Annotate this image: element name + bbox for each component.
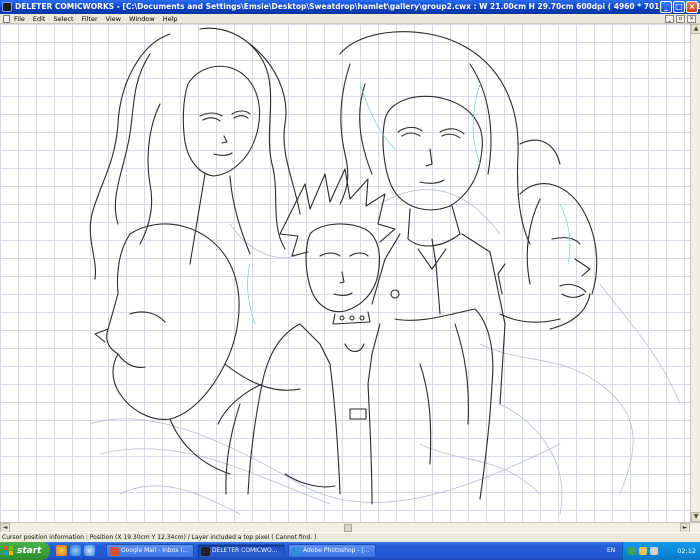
- scroll-down-arrow[interactable]: ▼: [691, 512, 700, 522]
- start-button[interactable]: start: [0, 542, 50, 560]
- curly-haired-woman: [89, 27, 301, 280]
- tray-app-icon[interactable]: [628, 547, 636, 555]
- task-deleter-comicworks[interactable]: DELETER COMICWO...: [197, 544, 285, 558]
- start-label: start: [17, 546, 42, 556]
- spiky-haired-youth: [217, 168, 494, 505]
- horizontal-scroll-thumb[interactable]: [344, 524, 352, 532]
- windows-flag-icon: [4, 546, 14, 556]
- menu-help[interactable]: Help: [163, 14, 178, 24]
- menu-view[interactable]: View: [106, 14, 121, 24]
- vertical-scrollbar[interactable]: ▲ ▼: [690, 24, 700, 522]
- horizontal-scrollbar[interactable]: ◄ ►: [0, 522, 700, 533]
- comicworks-task-icon: [201, 547, 210, 556]
- photoshop-task-icon: [292, 547, 301, 556]
- task-label: DELETER COMICWO...: [212, 547, 278, 554]
- document-icon[interactable]: [3, 15, 10, 23]
- line-art-drawing: [89, 27, 681, 515]
- task-google-mail[interactable]: Google Mail - Inbox (...: [106, 544, 194, 558]
- internet-explorer-icon[interactable]: [70, 545, 81, 556]
- app-icon[interactable]: [2, 2, 12, 12]
- menu-edit[interactable]: Edit: [33, 14, 46, 24]
- bald-profile-man: [497, 139, 598, 330]
- menu-file[interactable]: File: [14, 14, 25, 24]
- task-adobe-photoshop[interactable]: Adobe Photoshop - [...: [288, 544, 376, 558]
- desktop-screen: DELETER COMICWORKS - [C:\Documents and S…: [0, 0, 700, 560]
- task-list: Google Mail - Inbox (... DELETER COMICWO…: [106, 544, 376, 558]
- minimize-button[interactable]: _: [660, 1, 672, 13]
- dark-haired-man: [339, 31, 531, 405]
- language-indicator[interactable]: EN: [607, 547, 615, 554]
- scroll-up-arrow[interactable]: ▲: [691, 24, 700, 34]
- menu-window[interactable]: Window: [129, 14, 155, 24]
- windows-taskbar: start Google Mail - Inbox (... DELETER C…: [0, 542, 700, 560]
- drawing-canvas[interactable]: [0, 24, 690, 522]
- maximize-button[interactable]: □: [673, 1, 685, 13]
- close-button[interactable]: ×: [686, 1, 698, 13]
- quick-launch: [56, 545, 95, 556]
- firefox-icon[interactable]: [56, 545, 67, 556]
- task-label: Google Mail - Inbox (...: [121, 547, 189, 554]
- document-close-button[interactable]: ×: [687, 15, 696, 23]
- window-title: DELETER COMICWORKS - [C:\Documents and S…: [15, 2, 700, 11]
- system-tray: EN 02:12: [607, 542, 700, 560]
- title-bar[interactable]: DELETER COMICWORKS - [C:\Documents and S…: [0, 0, 700, 14]
- menu-filter[interactable]: Filter: [82, 14, 98, 24]
- status-bar: Cursor position information : Position (…: [0, 532, 700, 542]
- show-desktop-icon[interactable]: [84, 545, 95, 556]
- menu-select[interactable]: Select: [53, 14, 73, 24]
- firefox-task-icon: [110, 547, 119, 556]
- tray-volume-icon[interactable]: [650, 547, 658, 555]
- document-minimize-button[interactable]: _: [665, 15, 674, 23]
- cursor-position-info: Cursor position information : Position (…: [2, 534, 317, 541]
- bald-man-left: [94, 223, 301, 475]
- task-label: Adobe Photoshop - [...: [303, 547, 370, 554]
- document-restore-button[interactable]: ▫: [676, 15, 685, 23]
- menu-bar: File Edit Select Filter View Window Help…: [0, 14, 700, 24]
- system-clock[interactable]: 02:12: [677, 547, 696, 555]
- tray-network-icon[interactable]: [639, 547, 647, 555]
